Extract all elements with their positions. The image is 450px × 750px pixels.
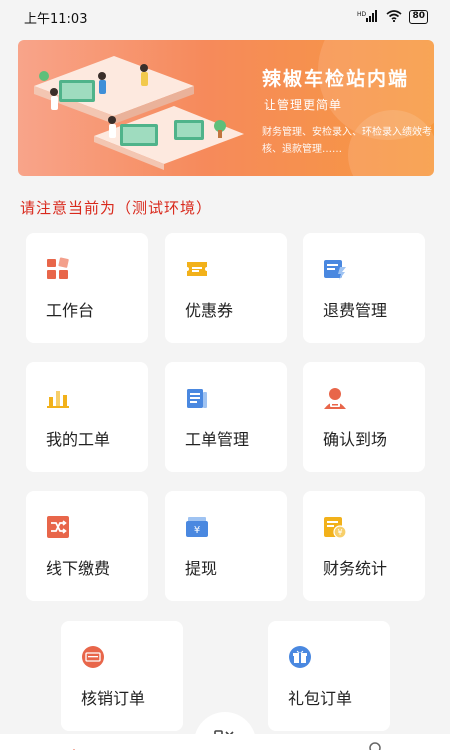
tile-label: 礼包订单 <box>288 689 353 708</box>
banner-title: 辣椒车检站内端 <box>262 68 410 90</box>
signal-icon: HD <box>357 9 379 25</box>
user-check-icon <box>323 386 347 410</box>
wallet-icon: ¥ <box>185 515 209 539</box>
tile-offline-payment[interactable]: 线下缴费 <box>26 491 148 601</box>
tile-confirm-arrival[interactable]: 确认到场 <box>303 362 425 472</box>
tile-refund-management[interactable]: 退费管理 <box>303 233 425 343</box>
dashboard-icon <box>46 257 70 281</box>
tile-workbench[interactable]: 工作台 <box>26 233 148 343</box>
tile-label: 我的工单 <box>46 430 111 449</box>
tile-gift-orders[interactable]: 礼包订单 <box>268 621 390 731</box>
tile-label: 优惠券 <box>185 301 234 320</box>
tile-coupon[interactable]: 优惠券 <box>165 233 287 343</box>
bar-chart-icon <box>46 386 70 410</box>
tile-label: 工作台 <box>46 301 95 320</box>
coupon-icon <box>185 257 209 281</box>
svg-text:¥: ¥ <box>194 525 200 536</box>
bottom-nav <box>0 734 450 750</box>
svg-text:HD: HD <box>357 11 367 18</box>
tile-order-management[interactable]: 工单管理 <box>165 362 287 472</box>
status-bar: 上午11:03 HD 80 <box>0 0 450 34</box>
profile-icon[interactable] <box>368 738 382 750</box>
tile-withdraw[interactable]: ¥ 提现 <box>165 491 287 601</box>
banner-description: 财务管理、安检录入、环检录入绩效考核、退款管理…… <box>262 127 432 155</box>
tile-my-orders[interactable]: 我的工单 <box>26 362 148 472</box>
document-icon <box>185 386 209 410</box>
tile-label: 线下缴费 <box>46 559 111 578</box>
tile-financial-statistics[interactable]: ¥ 财务统计 <box>303 491 425 601</box>
stamp-icon <box>81 645 105 669</box>
shuffle-icon <box>46 515 70 539</box>
wifi-icon <box>386 9 402 25</box>
tile-label: 退费管理 <box>323 301 388 320</box>
home-icon[interactable] <box>66 742 82 750</box>
svg-text:¥: ¥ <box>337 528 342 537</box>
tile-label: 提现 <box>185 559 218 578</box>
status-icons: HD 80 <box>357 9 428 25</box>
finance-icon: ¥ <box>323 515 347 539</box>
tile-label: 财务统计 <box>323 559 388 578</box>
gift-icon <box>288 645 312 669</box>
battery-indicator: 80 <box>409 10 428 24</box>
refund-icon <box>323 257 347 281</box>
tile-label: 工单管理 <box>185 430 250 449</box>
tile-verify-orders[interactable]: 核销订单 <box>61 621 183 731</box>
status-time: 上午11:03 <box>24 11 88 27</box>
tile-label: 确认到场 <box>323 430 388 449</box>
environment-notice: 请注意当前为（测试环境） <box>20 199 213 217</box>
banner-illustration <box>34 56 244 170</box>
banner-subtitle: 让管理更简单 <box>264 98 343 112</box>
tile-label: 核销订单 <box>81 689 146 708</box>
banner[interactable]: 辣椒车检站内端 让管理更简单 财务管理、安检录入、环检录入绩效考核、退款管理…… <box>18 40 434 176</box>
